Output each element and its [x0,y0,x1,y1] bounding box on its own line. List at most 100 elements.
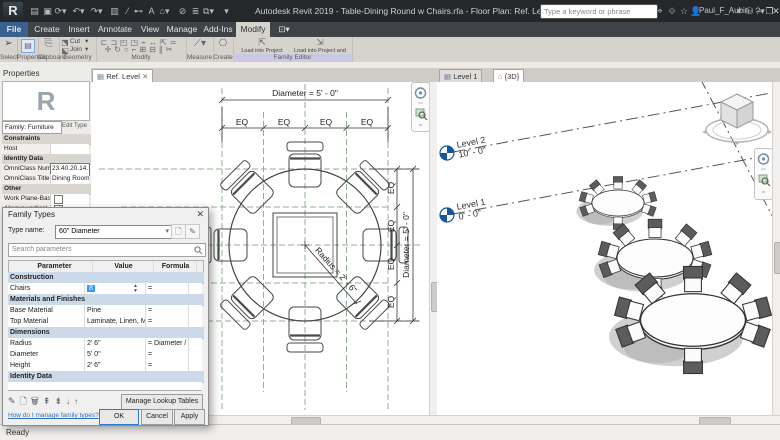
height-formula[interactable]: = [146,360,189,371]
col-formula[interactable]: Formula [154,261,197,272]
paste-icon[interactable]: ⎘ [43,39,54,48]
height-label[interactable]: Height [8,360,85,371]
new-type-icon[interactable]: 🗋 [171,224,186,239]
panel-label-measure[interactable]: Measure [186,54,213,62]
view3d-vertical-scrollbar[interactable] [772,82,780,415]
tab-ref-level[interactable]: ▦ Ref. Level ✕ [92,69,153,83]
steering-wheel-icon[interactable] [759,154,769,164]
manage-lookup-tables-button[interactable]: Manage Lookup Tables [121,394,203,410]
zoom-tool-icon[interactable] [416,109,427,120]
col-parameter[interactable]: Parameter [16,261,93,272]
cancel-button[interactable]: Cancel [141,409,173,425]
dim-radius[interactable]: Radius = 2' - 6" [313,245,359,295]
radius-formula[interactable]: = Diameter / 2 [146,338,189,349]
tab-insert[interactable]: Insert [64,22,94,37]
chairs-formula[interactable]: = [146,283,189,294]
open-icon[interactable]: ▤ [28,4,41,18]
delete-parameter-icon[interactable]: 🗑 [31,396,43,406]
properties-button[interactable]: ▤ [21,39,35,53]
height-value[interactable]: 2' 6" [85,360,146,371]
work-plane-based-checkbox[interactable] [54,195,63,204]
base-material-formula[interactable]: = [146,305,189,316]
zoom-tool-icon[interactable] [759,175,770,186]
aligned-dimension-icon[interactable]: ⊷ [132,4,145,18]
panel-label-properties[interactable]: Properties [17,54,38,62]
eq-label[interactable]: EQ [236,117,249,127]
level-2-datum[interactable]: Level 2 10' - 0" [440,135,488,160]
apply-button[interactable]: Apply [174,409,205,425]
cut-label[interactable]: Cut [70,38,80,46]
chairs-value-input[interactable]: 8 [87,285,95,292]
help-link[interactable]: How do I manage family types? [8,412,99,419]
favorites-star-icon[interactable]: ☆ [678,4,690,18]
panel-label-clipboard[interactable]: Clipboard [38,54,59,62]
ribbon-options-dropdown-icon[interactable]: ⊡▾ [274,22,294,37]
tab-file[interactable]: File [0,22,28,37]
tab-manage[interactable]: Manage [164,22,200,37]
eq-label[interactable]: EQ [386,295,396,308]
panel-label-modify[interactable]: Modify [96,54,186,62]
sync-icon[interactable]: ⟳▾ [54,4,67,18]
eq-label[interactable]: EQ [320,117,333,127]
tab-level-1[interactable]: ▦ Level 1 [439,69,482,83]
user-dropdown-icon[interactable]: ▾ [735,4,743,18]
tab-addins[interactable]: Add-Ins [200,22,236,37]
cut-dropdown-icon[interactable]: ▾ [85,38,88,46]
switch-windows-icon[interactable]: ⧉▾ [202,4,215,18]
edit-parameter-icon[interactable]: ✎ [8,396,20,406]
load-into-project-and-close-button[interactable]: ⇲ Load into Project and Close [291,38,349,54]
panel-label-family-editor[interactable]: Family Editor [233,54,352,62]
search-binoculars-icon[interactable]: ⌖ [653,4,667,18]
eq-label[interactable]: EQ [386,219,396,232]
help-search-input[interactable]: Type a keyword or phrase [540,4,658,19]
create-component-icon[interactable]: ⎔ [217,39,229,48]
move-up-icon[interactable]: ⇞ [43,396,55,406]
spinner-up-icon[interactable]: ▲▼ [133,284,138,294]
window-close-button[interactable]: ✕ [772,0,780,22]
dialog-close-icon[interactable]: ✕ [196,209,204,220]
tab-view[interactable]: View [136,22,164,37]
text-icon[interactable]: A [145,4,158,18]
chairs-label[interactable]: Chairs [8,283,85,294]
diameter-value[interactable]: 5' 0" [85,349,146,360]
section-icon[interactable]: ⊘ [176,4,189,18]
print-icon[interactable]: ▥ [108,4,121,18]
table-3d-small[interactable] [576,176,656,229]
base-material-value[interactable]: Pine [85,305,146,316]
view3d-canvas[interactable]: Level 2 10' - 0" Level 1 0' - 0" [437,82,772,415]
join-label[interactable]: Join [70,46,82,54]
steering-wheel-icon[interactable] [416,88,426,98]
tab-3d[interactable]: ⌂ {3D} [493,69,524,83]
modify-cursor-icon[interactable]: ➢ [3,39,14,48]
ok-button[interactable]: OK [99,409,139,425]
join-dropdown-icon[interactable]: ▾ [85,46,88,54]
rename-type-icon[interactable]: ✎ [185,224,200,239]
type-name-dropdown[interactable]: 60" Diameter ▾ [55,225,172,239]
dim-diameter-right[interactable]: Diameter = 5' - 0" [401,212,411,278]
sort-descending-icon[interactable]: ↑ [74,397,82,406]
default-3d-view-icon[interactable]: ⌂▾ [158,4,171,18]
edit-type-button[interactable]: Edit Type [60,121,89,132]
eq-label[interactable]: EQ [386,181,396,194]
dim-diameter-top[interactable]: Diameter = 5' - 0" [272,88,338,98]
tab-close-icon[interactable]: ✕ [142,72,148,81]
load-into-project-button[interactable]: ⇱ Load into Project [237,38,287,54]
radius-label[interactable]: Radius [8,338,85,349]
tab-create[interactable]: Create [30,22,64,37]
panel-label-create[interactable]: Create [213,54,233,62]
tab-annotate[interactable]: Annotate [94,22,136,37]
panel-label-select[interactable]: Select [0,54,17,62]
measure-ruler-icon[interactable]: ⟋▾ [192,39,208,48]
top-material-formula[interactable]: = [146,316,189,327]
eq-label[interactable]: EQ [386,257,396,270]
qat-customize-icon[interactable]: ▾ [220,4,233,18]
col-value[interactable]: Value [93,261,154,272]
top-material-value[interactable]: Laminate, Linen, Matte [85,316,146,327]
panel-label-geometry[interactable]: Geometry [59,54,96,62]
radius-value[interactable]: 2' 6" [85,338,146,349]
undo-icon[interactable]: ↶▾ [72,4,85,18]
eq-label[interactable]: EQ [278,117,291,127]
delete-type-icon[interactable] [199,224,205,237]
revit-app-menu-button[interactable]: R [3,2,23,20]
a360-signin-icon[interactable]: ⟐ [666,4,678,18]
